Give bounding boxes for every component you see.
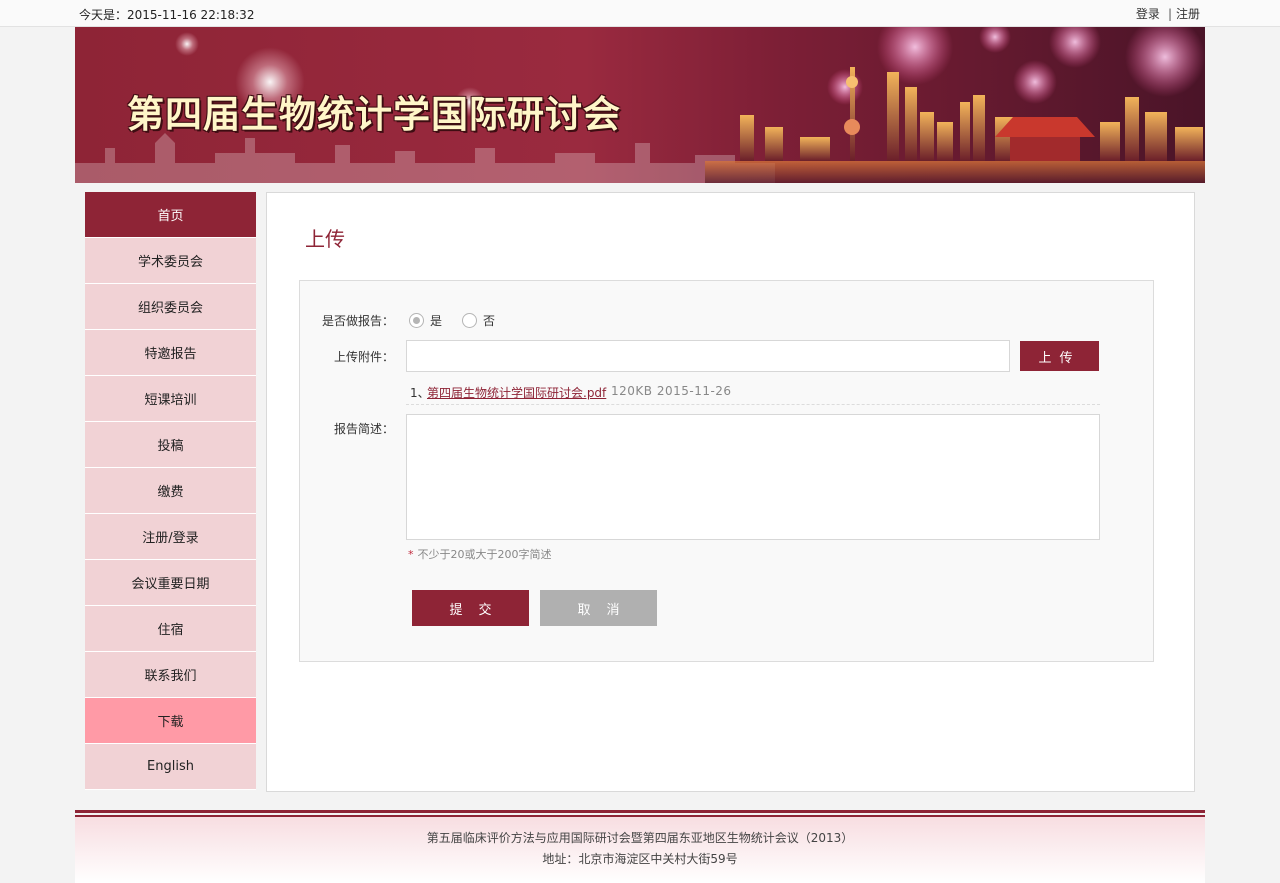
banner-river-reflection (705, 161, 1205, 183)
current-datetime: 今天是：2015-11-16 22:18:32 (79, 8, 255, 22)
auth-separator: | (1167, 7, 1172, 21)
radio-report-no[interactable]: 否 (462, 312, 495, 329)
radio-checked-icon (409, 313, 424, 328)
file-size-date: 120KB 2015-11-26 (611, 384, 732, 398)
page-title: 上传 (305, 227, 345, 251)
top-bar: 今天是：2015-11-16 22:18:32 登录 | 注册 (0, 0, 1280, 27)
sidebar-item-invited-talks[interactable]: 特邀报告 (85, 330, 256, 376)
cancel-button[interactable]: 取消 (540, 590, 657, 626)
banner-city-skyline-graphic (740, 27, 1205, 161)
header-banner: 第四届生物统计学国际研讨会 (75, 27, 1205, 183)
summary-label: 报告简述： (333, 422, 394, 436)
submit-button[interactable]: 提交 (412, 590, 529, 626)
sidebar-item-important-dates[interactable]: 会议重要日期 (85, 560, 256, 606)
footer-conference-name: 第五届临床评价方法与应用国际研讨会暨第四届东亚地区生物统计会议（2013） (426, 831, 854, 845)
report-label: 是否做报告： (321, 314, 394, 328)
sidebar-item-contact[interactable]: 联系我们 (85, 652, 256, 698)
uploaded-file-link[interactable]: 第四届生物统计学国际研讨会.pdf (427, 384, 606, 401)
upload-form: 是否做报告： 是 否 上传附件： 上传 1、 第四届生物统计学国际研讨会.pdf… (299, 280, 1154, 662)
radio-yes-label: 是 (430, 314, 443, 328)
banner-light-flare (175, 32, 199, 56)
radio-report-yes[interactable]: 是 (409, 312, 442, 329)
report-summary-textarea[interactable] (406, 414, 1100, 540)
summary-hint-text: 不少于20或大于200字简述 (417, 548, 552, 561)
upload-button[interactable]: 上传 (1020, 341, 1099, 371)
footer: 第五届临床评价方法与应用国际研讨会暨第四届东亚地区生物统计会议（2013） 地址… (75, 817, 1205, 883)
summary-hint: * 不少于20或大于200字简述 (408, 546, 552, 562)
sidebar-item-organizing-committee[interactable]: 组织委员会 (85, 284, 256, 330)
sidebar-item-short-courses[interactable]: 短课培训 (85, 376, 256, 422)
required-star: * (408, 548, 414, 561)
footer-divider (75, 810, 1205, 813)
sidebar-nav: 首页 学术委员会 组织委员会 特邀报告 短课培训 投稿 缴费 注册/登录 会议重… (85, 192, 256, 790)
sidebar-item-download[interactable]: 下载 (85, 698, 256, 744)
attachment-file-input[interactable] (406, 340, 1010, 372)
login-link[interactable]: 登录 (1136, 7, 1160, 21)
sidebar-item-submission[interactable]: 投稿 (85, 422, 256, 468)
conference-title: 第四届生物统计学国际研讨会 (127, 93, 621, 136)
footer-address: 地址：北京市海淀区中关村大街59号 (542, 852, 738, 866)
sidebar-item-academic-committee[interactable]: 学术委员会 (85, 238, 256, 284)
register-link[interactable]: 注册 (1176, 7, 1200, 21)
sidebar-item-register-login[interactable]: 注册/登录 (85, 514, 256, 560)
main-content: 上传 是否做报告： 是 否 上传附件： 上传 1、 第四届生物统计学国际研讨会.… (266, 192, 1195, 792)
radio-unchecked-icon (462, 313, 477, 328)
sidebar-item-payment[interactable]: 缴费 (85, 468, 256, 514)
sidebar-item-english[interactable]: English (85, 744, 256, 790)
attachment-label: 上传附件： (333, 350, 394, 364)
sidebar-item-accommodation[interactable]: 住宿 (85, 606, 256, 652)
auth-links: 登录 | 注册 (1136, 5, 1200, 22)
uploaded-file-row: 1、 第四届生物统计学国际研讨会.pdf 120KB 2015-11-26 (406, 381, 1100, 405)
radio-no-label: 否 (483, 314, 496, 328)
sidebar-item-home[interactable]: 首页 (85, 192, 256, 238)
